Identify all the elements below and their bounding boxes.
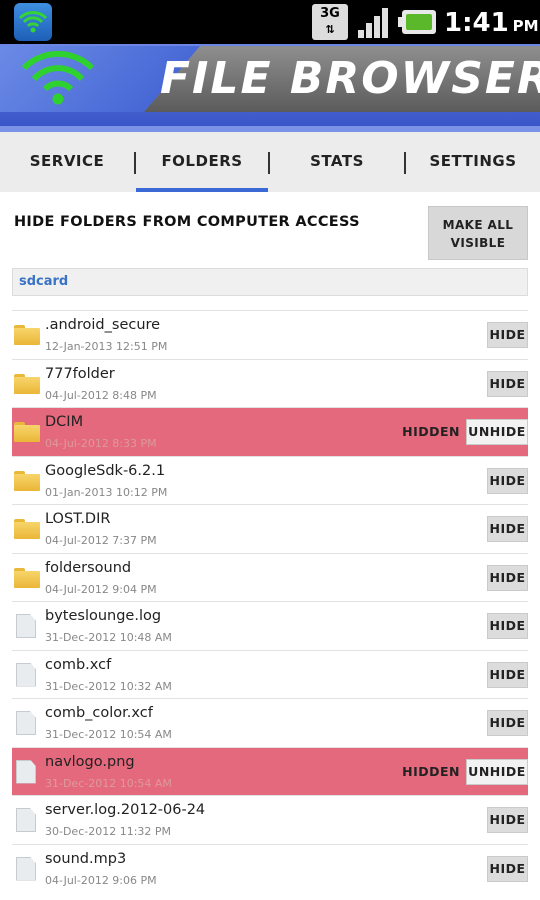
- app-title: FILE BROWSER: [160, 53, 540, 104]
- clock-time: 1:41: [444, 8, 509, 38]
- hide-button[interactable]: HIDE: [487, 710, 528, 736]
- unhide-button[interactable]: UNHIDE: [466, 419, 528, 445]
- file-name: server.log.2012-06-24: [45, 802, 206, 818]
- file-name: sound.mp3: [45, 850, 127, 867]
- file-date: 04-Jul-2012 7:37 PM: [45, 534, 157, 547]
- folder-icon: [14, 470, 40, 491]
- file-date: 12-Jan-2013 12:51 PM: [45, 340, 168, 353]
- list-item[interactable]: GoogleSdk-6.2.1 01-Jan-2013 10:12 PM HIDE: [12, 455, 528, 505]
- hide-button[interactable]: HIDE: [487, 370, 528, 397]
- list-item[interactable]: DCIM 04-Jul-2012 8:33 PM HIDDEN UNHIDE: [12, 407, 528, 456]
- list-item[interactable]: comb_color.xcf 31-Dec-2012 10:54 AM HIDE: [12, 698, 528, 747]
- network-type-label: 3G: [320, 6, 340, 21]
- tab-settings[interactable]: SETTINGS: [406, 132, 540, 192]
- app-banner: FILE BROWSER: [0, 44, 540, 126]
- file-name: GoogleSdk-6.2.1: [45, 462, 166, 479]
- wifi-app-notification-icon: [14, 3, 52, 41]
- file-date: 01-Jan-2013 10:12 PM: [45, 485, 168, 499]
- file-icon: [14, 614, 36, 640]
- tab-bar: SERVICE FOLDERS STATS SETTINGS: [0, 126, 540, 192]
- file-name: .android_secure: [45, 317, 161, 333]
- hide-button[interactable]: HIDE: [487, 516, 528, 542]
- signal-strength-icon: [356, 4, 392, 40]
- tab-folders[interactable]: FOLDERS: [136, 132, 268, 192]
- file-icon: [14, 662, 36, 689]
- file-icon: [14, 856, 36, 883]
- hidden-status-label: HIDDEN: [402, 424, 460, 439]
- file-date: 31-Dec-2012 10:54 AM: [45, 776, 172, 790]
- hide-button[interactable]: HIDE: [487, 855, 528, 882]
- list-item[interactable]: LOST.DIR 04-Jul-2012 7:37 PM HIDE: [12, 504, 528, 553]
- status-bar: 3G ⇅ 1:41 PM: [0, 0, 540, 44]
- list-item[interactable]: 777folder 04-Jul-2012 8:48 PM HIDE: [12, 358, 528, 408]
- tab-stats[interactable]: STATS: [270, 132, 404, 192]
- hide-button[interactable]: HIDE: [487, 613, 528, 639]
- file-icon: [14, 759, 36, 786]
- hide-button[interactable]: HIDE: [487, 661, 528, 688]
- file-date: 04-Jul-2012 9:04 PM: [45, 582, 157, 596]
- battery-charging-icon: [398, 10, 436, 34]
- wifi-logo-icon: [18, 48, 98, 112]
- hide-button[interactable]: HIDE: [487, 564, 528, 591]
- file-name: DCIM: [45, 414, 84, 430]
- file-name: foldersound: [45, 559, 132, 576]
- file-name: byteslounge.log: [45, 608, 162, 624]
- list-item[interactable]: sound.mp3 04-Jul-2012 9:06 PM HIDE: [12, 843, 528, 893]
- list-item[interactable]: .android_secure 12-Jan-2013 12:51 PM HIDE: [12, 310, 528, 359]
- hide-button[interactable]: HIDE: [487, 322, 528, 348]
- list-item[interactable]: comb.xcf 31-Dec-2012 10:32 AM HIDE: [12, 649, 528, 699]
- hide-button[interactable]: HIDE: [487, 467, 528, 494]
- current-path[interactable]: sdcard: [12, 268, 528, 296]
- file-date: 31-Dec-2012 10:48 AM: [45, 631, 172, 644]
- list-item[interactable]: byteslounge.log 31-Dec-2012 10:48 AM HIDE: [12, 601, 528, 650]
- clock: 1:41 PM: [444, 8, 539, 38]
- make-all-visible-label-line1: MAKE ALL: [442, 218, 514, 232]
- file-name: LOST.DIR: [45, 511, 111, 527]
- file-date: 04-Jul-2012 9:06 PM: [45, 873, 157, 887]
- list-item[interactable]: navlogo.png 31-Dec-2012 10:54 AM HIDDEN UNH…: [12, 746, 528, 795]
- folder-icon: [14, 519, 40, 539]
- list-item[interactable]: server.log.2012-06-24 30-Dec-2012 11:32 P…: [12, 795, 528, 844]
- file-date: 30-Dec-2012 11:32 PM: [45, 825, 172, 838]
- file-name: comb.xcf: [45, 656, 112, 673]
- file-date: 31-Dec-2012 10:54 AM: [45, 728, 172, 741]
- file-icon: [14, 711, 36, 737]
- file-name: comb_color.xcf: [45, 705, 153, 721]
- list-item[interactable]: foldersound 04-Jul-2012 9:04 PM HIDE: [12, 552, 528, 602]
- clock-ampm: PM: [512, 17, 539, 35]
- file-name: 777folder: [45, 365, 115, 382]
- folder-icon: [14, 422, 40, 442]
- file-icon: [14, 808, 36, 834]
- folder-icon: [14, 567, 40, 588]
- file-name: navlogo.png: [45, 753, 135, 770]
- network-3g-icon: 3G ⇅: [312, 4, 348, 40]
- file-date: 04-Jul-2012 8:48 PM: [45, 388, 157, 402]
- folder-icon: [14, 325, 40, 345]
- make-all-visible-button[interactable]: MAKE ALL VISIBLE: [428, 206, 528, 260]
- section-title: HIDE FOLDERS FROM COMPUTER ACCESS: [14, 214, 360, 230]
- file-date: 04-Jul-2012 8:33 PM: [45, 437, 157, 450]
- hide-button[interactable]: HIDE: [487, 807, 528, 833]
- make-all-visible-label-line2: VISIBLE: [450, 236, 506, 250]
- file-list: .android_secure 12-Jan-2013 12:51 PM HIDE 7…: [12, 310, 528, 892]
- active-tab-indicator: [136, 188, 268, 192]
- folder-icon: [14, 373, 40, 394]
- unhide-button[interactable]: UNHIDE: [466, 758, 528, 785]
- hidden-status-label: HIDDEN: [402, 763, 460, 779]
- tab-service[interactable]: SERVICE: [0, 132, 134, 192]
- file-date: 31-Dec-2012 10:32 AM: [45, 679, 172, 693]
